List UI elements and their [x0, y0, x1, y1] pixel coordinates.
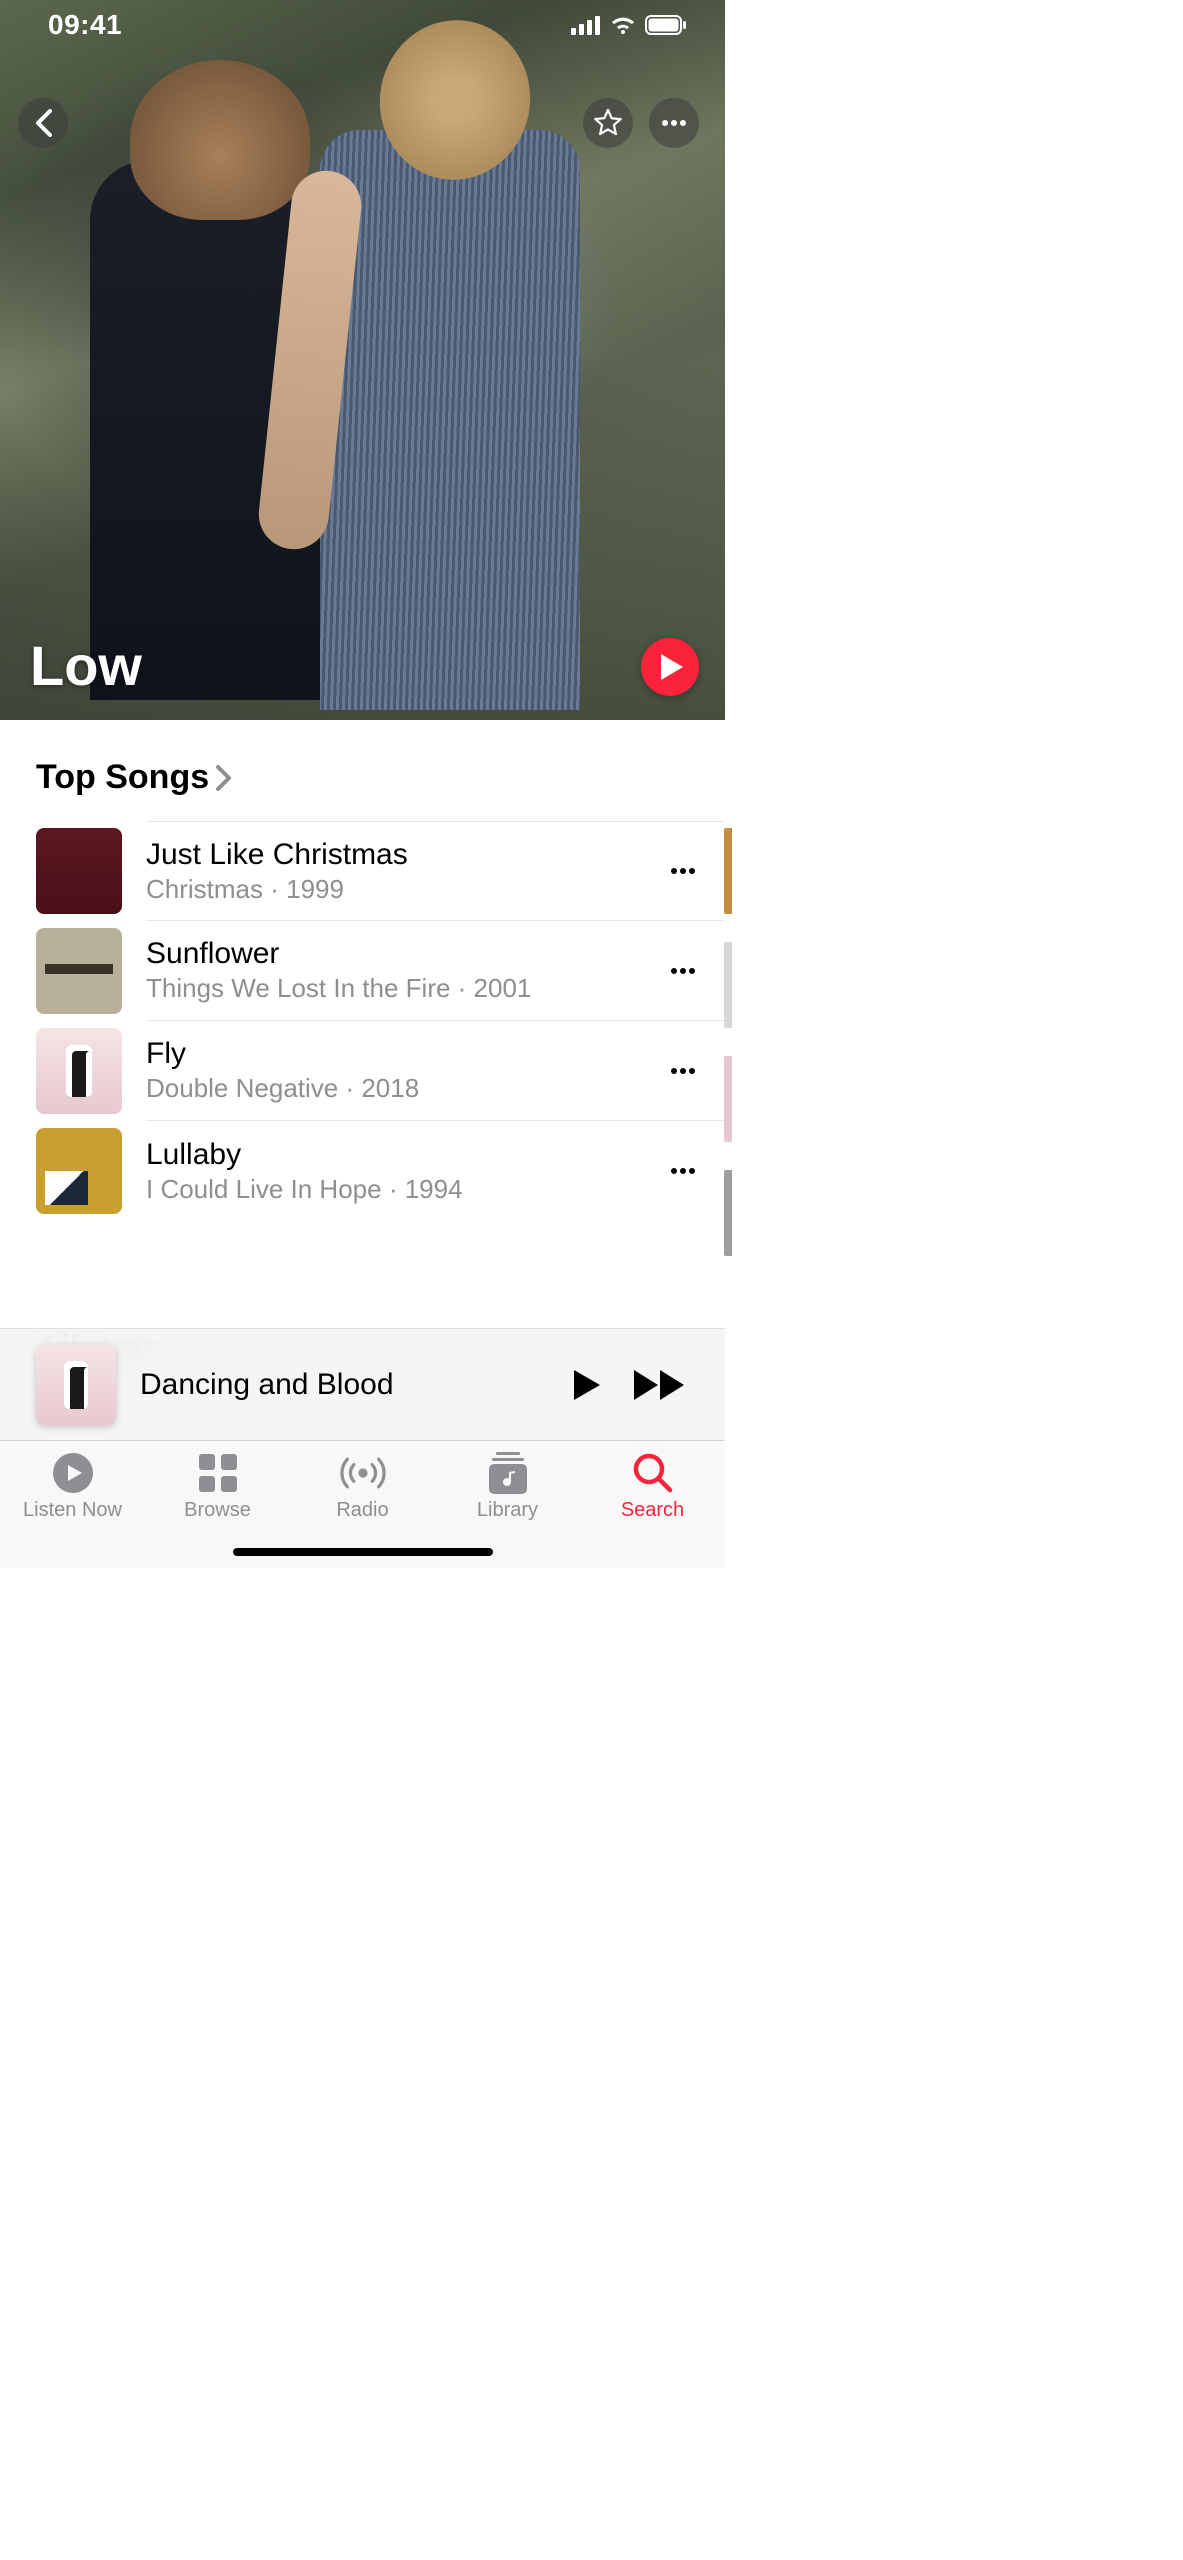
cellular-icon [571, 15, 601, 35]
tab-label: Browse [184, 1499, 251, 1522]
ellipsis-icon [670, 867, 696, 875]
tab-search[interactable]: Search [583, 1451, 723, 1568]
song-row[interactable]: Just Like Christmas Christmas · 1999 [36, 821, 724, 921]
song-title: Sunflower [146, 937, 660, 971]
search-icon [633, 1453, 673, 1493]
album-art [724, 828, 732, 914]
song-row[interactable]: Fly Double Negative · 2018 [36, 1021, 724, 1121]
more-button[interactable] [649, 98, 699, 148]
song-title: Lullaby [146, 1138, 660, 1172]
artist-photo [320, 130, 580, 710]
battery-icon [645, 15, 687, 35]
ellipsis-icon [661, 119, 687, 127]
song-subtitle: Double Negative · 2018 [146, 1073, 660, 1104]
section-title: Top Songs [36, 758, 209, 797]
top-songs-list: Just Like Christmas Christmas · 1999 Sun… [36, 821, 725, 1270]
song-more-button[interactable] [660, 821, 724, 921]
chevron-left-icon [34, 109, 52, 137]
song-row[interactable]: Sunflower Things We Lost In the Fire · 2… [36, 921, 724, 1021]
top-songs-section: Top Songs Just Like Christmas Christmas … [0, 720, 725, 1270]
play-icon [574, 1370, 600, 1400]
favorite-button[interactable] [583, 98, 633, 148]
now-playing-bar[interactable]: Dancing and Blood [0, 1328, 725, 1440]
back-button[interactable] [18, 98, 68, 148]
status-time: 09:41 [48, 9, 122, 41]
library-icon [489, 1452, 527, 1494]
artist-name: Low [30, 633, 142, 698]
tab-label: Search [621, 1499, 684, 1522]
tab-label: Radio [336, 1499, 388, 1522]
album-art [724, 1170, 732, 1256]
star-icon [593, 108, 623, 138]
song-more-button[interactable] [660, 1121, 724, 1221]
song-subtitle: Things We Lost In the Fire · 2001 [146, 973, 660, 1004]
tab-listen-now[interactable]: Listen Now [3, 1451, 143, 1568]
now-playing-art [36, 1345, 116, 1425]
album-art [724, 942, 732, 1028]
grid-icon [199, 1454, 237, 1492]
forward-icon [634, 1370, 686, 1400]
song-subtitle: Christmas · 1999 [146, 874, 660, 905]
artist-hero: Low [0, 0, 725, 720]
album-art [724, 1056, 732, 1142]
song-more-button[interactable] [660, 921, 724, 1021]
song-title: Fly [146, 1037, 660, 1071]
radio-icon [340, 1454, 386, 1492]
play-icon [661, 654, 683, 680]
tab-label: Library [477, 1499, 538, 1522]
tab-label: Listen Now [23, 1499, 122, 1522]
status-bar: 09:41 [0, 0, 725, 50]
ellipsis-icon [670, 1167, 696, 1175]
album-art [36, 1028, 122, 1114]
album-art [36, 828, 122, 914]
ellipsis-icon [670, 967, 696, 975]
home-indicator[interactable] [233, 1548, 493, 1556]
ellipsis-icon [670, 1067, 696, 1075]
song-subtitle: I Could Live In Hope · 1994 [146, 1174, 660, 1205]
status-indicators [571, 15, 687, 35]
song-title: Just Like Christmas [146, 838, 660, 872]
album-art [36, 1128, 122, 1214]
song-more-button[interactable] [660, 1021, 724, 1121]
next-button[interactable] [631, 1361, 689, 1409]
play-circle-icon [52, 1452, 94, 1494]
album-art [36, 928, 122, 1014]
next-page-peek[interactable] [724, 821, 732, 1270]
play-button[interactable] [567, 1361, 607, 1409]
chevron-right-icon [215, 764, 233, 792]
wifi-icon [609, 15, 637, 35]
play-button[interactable] [641, 638, 699, 696]
top-songs-header[interactable]: Top Songs [36, 758, 725, 797]
song-row[interactable]: Lullaby I Could Live In Hope · 1994 [36, 1121, 724, 1221]
now-playing-title: Dancing and Blood [140, 1368, 543, 1402]
